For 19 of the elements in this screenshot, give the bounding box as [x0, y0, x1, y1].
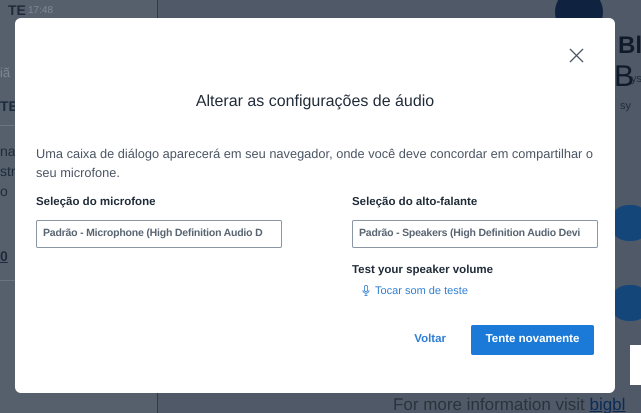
panel-background [630, 345, 641, 385]
text-fragment: na [0, 142, 16, 161]
field-label: Seleção do alto-falante [352, 195, 478, 210]
text-fragment: str [0, 162, 16, 181]
dialog-title: Alterar as configurações de áudio [196, 92, 434, 112]
text-fragment: o [0, 182, 8, 201]
description-text: Uma caixa de diálogo aparecerá em seu navegador, onde você deve concordar em compartilhar o seu microfone. [36, 145, 594, 182]
retry-button[interactable]: Tente novamente [471, 325, 594, 355]
text-fragment: TE [8, 1, 26, 20]
device-select[interactable]: Padrão - Microphone (High Definition Audio D [36, 220, 282, 248]
device-select[interactable]: Padrão - Speakers (High Definition Audio Devi [352, 220, 598, 248]
text-fragment: Bl [618, 34, 641, 58]
microphone-icon [362, 285, 370, 296]
close-icon[interactable] [569, 48, 584, 63]
text-fragment: 0 [0, 247, 8, 266]
play-test-sound-link[interactable]: Tocar som de teste [362, 282, 468, 299]
field-label: Seleção do microfone [36, 195, 157, 210]
test-label: Test your speaker volume [352, 263, 494, 278]
back-link[interactable]: Voltar [413, 331, 447, 349]
